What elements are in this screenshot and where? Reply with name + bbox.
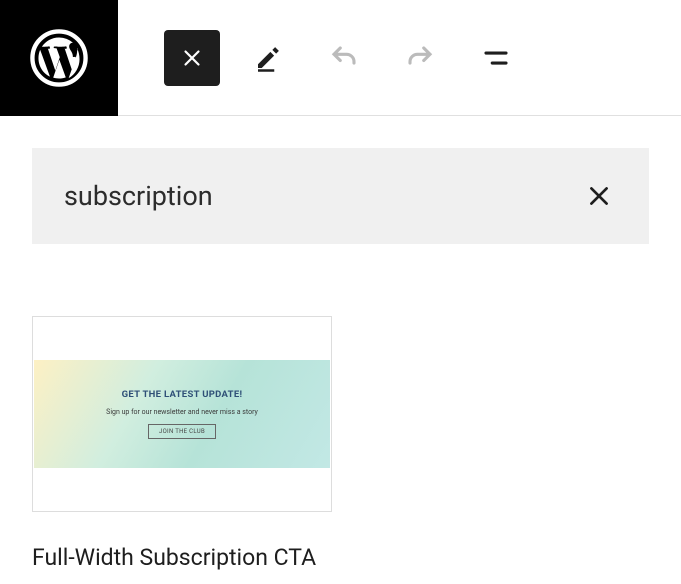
- pattern-preview[interactable]: GET THE LATEST UPDATE! Sign up for our n…: [32, 316, 332, 512]
- wordpress-logo-box[interactable]: [0, 0, 118, 116]
- toolbar-buttons: [118, 30, 524, 86]
- search-bar[interactable]: subscription: [32, 148, 649, 244]
- close-icon: [586, 183, 612, 209]
- top-toolbar: [0, 0, 681, 116]
- content-area: subscription GET THE LATEST UPDATE! Sign…: [0, 116, 681, 571]
- edit-button[interactable]: [240, 30, 296, 86]
- clear-search-button[interactable]: [581, 178, 617, 214]
- redo-button[interactable]: [392, 30, 448, 86]
- undo-icon: [329, 43, 359, 73]
- preview-gradient: GET THE LATEST UPDATE! Sign up for our n…: [34, 360, 330, 468]
- document-overview-button[interactable]: [468, 30, 524, 86]
- pencil-icon: [253, 43, 283, 73]
- search-input[interactable]: subscription: [64, 180, 213, 212]
- redo-icon: [405, 43, 435, 73]
- close-button[interactable]: [164, 30, 220, 86]
- pattern-card[interactable]: GET THE LATEST UPDATE! Sign up for our n…: [32, 316, 332, 571]
- preview-cta-button: JOIN THE CLUB: [148, 424, 216, 439]
- preview-cta-title: GET THE LATEST UPDATE!: [122, 389, 243, 400]
- search-results: GET THE LATEST UPDATE! Sign up for our n…: [32, 244, 649, 571]
- undo-button[interactable]: [316, 30, 372, 86]
- wordpress-logo-icon: [30, 29, 88, 87]
- pattern-label: Full-Width Subscription CTA: [32, 512, 332, 571]
- preview-cta-subtitle: Sign up for our newsletter and never mis…: [106, 408, 258, 416]
- close-icon: [179, 45, 205, 71]
- list-icon: [481, 43, 511, 73]
